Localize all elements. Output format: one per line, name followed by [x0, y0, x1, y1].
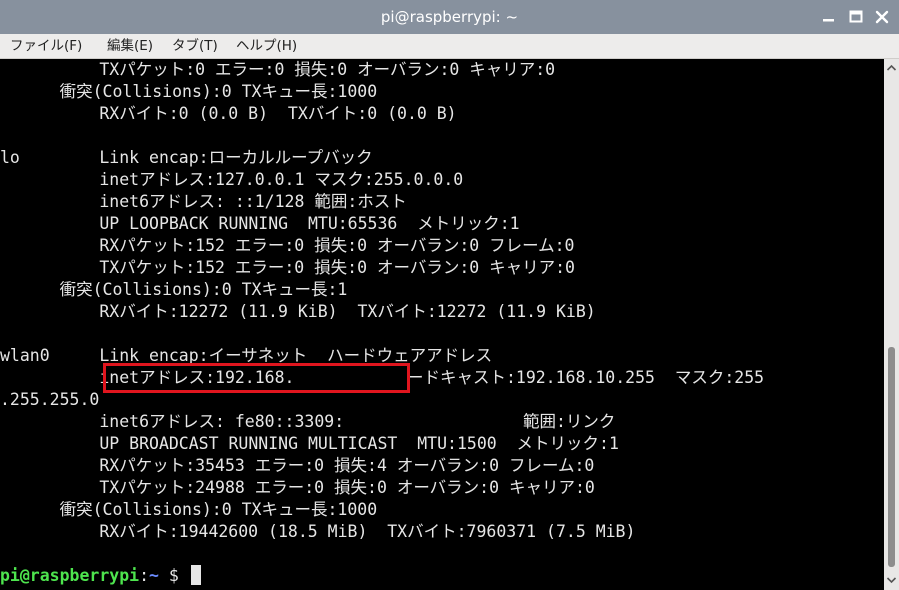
- terminal-line: .255.255.0: [0, 390, 100, 409]
- prompt-path: ~: [149, 566, 159, 585]
- highlight-annotation: [103, 363, 410, 393]
- terminal-line: 衝突(Collisions):0 TXキュー長:1000: [0, 500, 378, 519]
- terminal-line: UP LOOPBACK RUNNING MTU:65536 メトリック:1: [0, 214, 520, 233]
- menu-help[interactable]: ヘルプ(H): [236, 34, 297, 58]
- menu-tabs[interactable]: タブ(T): [172, 34, 218, 58]
- close-icon: [872, 7, 892, 27]
- menu-file[interactable]: ファイル(F): [10, 34, 82, 58]
- terminal-line: UP BROADCAST RUNNING MULTICAST MTU:1500 …: [0, 434, 619, 453]
- terminal-line: 衝突(Collisions):0 TXキュー長:1000: [0, 82, 378, 101]
- vertical-scrollbar[interactable]: [884, 59, 899, 590]
- terminal-line: RXバイト:19442600 (18.5 MiB) TXバイト:7960371 …: [0, 522, 636, 541]
- terminal-line: lo Link encap:ローカルループバック: [0, 148, 373, 167]
- terminal-line: inetアドレス:127.0.0.1 マスク:255.0.0.0: [0, 170, 464, 189]
- prompt-separator: :: [139, 566, 150, 585]
- menu-edit[interactable]: 編集(E): [107, 34, 153, 58]
- chevron-down-icon: [884, 574, 899, 590]
- terminal-line: TXパケット:0 エラー:0 損失:0 オーバラン:0 キャリア:0: [0, 60, 556, 79]
- chevron-up-icon: [884, 62, 899, 79]
- text-cursor: [190, 565, 201, 585]
- terminal-line: RXパケット:35453 エラー:0 損失:4 オーバラン:0 フレーム:0: [0, 456, 595, 475]
- prompt-user: pi@raspberrypi: [0, 566, 140, 585]
- terminal-line: RXバイト:0 (0.0 B) TXバイト:0 (0.0 B): [0, 104, 457, 123]
- terminal-line: 衝突(Collisions):0 TXキュー長:1: [0, 280, 348, 299]
- prompt-symbol: $: [158, 566, 189, 585]
- terminal-line: inet6アドレス: fe80::3309: 範囲:リンク: [0, 412, 616, 431]
- shell-prompt[interactable]: pi@raspberrypi:~ $: [0, 565, 201, 587]
- terminal-line: RXパケット:152 エラー:0 損失:0 オーバラン:0 フレーム:0: [0, 236, 575, 255]
- scroll-thumb[interactable]: [888, 347, 895, 567]
- terminal-line: TXパケット:152 エラー:0 損失:0 オーバラン:0 キャリア:0: [0, 258, 575, 277]
- terminal-output[interactable]: TXパケット:0 エラー:0 損失:0 オーバラン:0 キャリア:0 衝突(Co…: [0, 59, 884, 590]
- minimize-button[interactable]: [819, 7, 839, 27]
- scroll-up-button[interactable]: [884, 61, 899, 75]
- close-button[interactable]: [872, 7, 892, 27]
- menu-bar: ファイル(F) 編集(E) タブ(T) ヘルプ(H): [0, 34, 899, 59]
- maximize-icon: [846, 7, 866, 27]
- title-bar[interactable]: pi@raspberrypi: ~: [0, 0, 899, 34]
- terminal-line: inet6アドレス: ::1/128 範囲:ホスト: [0, 192, 407, 211]
- maximize-button[interactable]: [846, 7, 866, 27]
- terminal-line: RXバイト:12272 (11.9 KiB) TXバイト:12272 (11.9…: [0, 302, 596, 321]
- terminal-window: pi@raspberrypi: ~ ファイル(F) 編集(E) タブ(T) ヘル…: [0, 0, 899, 590]
- terminal-line: TXパケット:24988 エラー:0 損失:0 オーバラン:0 キャリア:0: [0, 478, 595, 497]
- window-title: pi@raspberrypi: ~: [380, 8, 519, 26]
- minimize-icon: [819, 7, 839, 27]
- scroll-down-button[interactable]: [884, 573, 899, 587]
